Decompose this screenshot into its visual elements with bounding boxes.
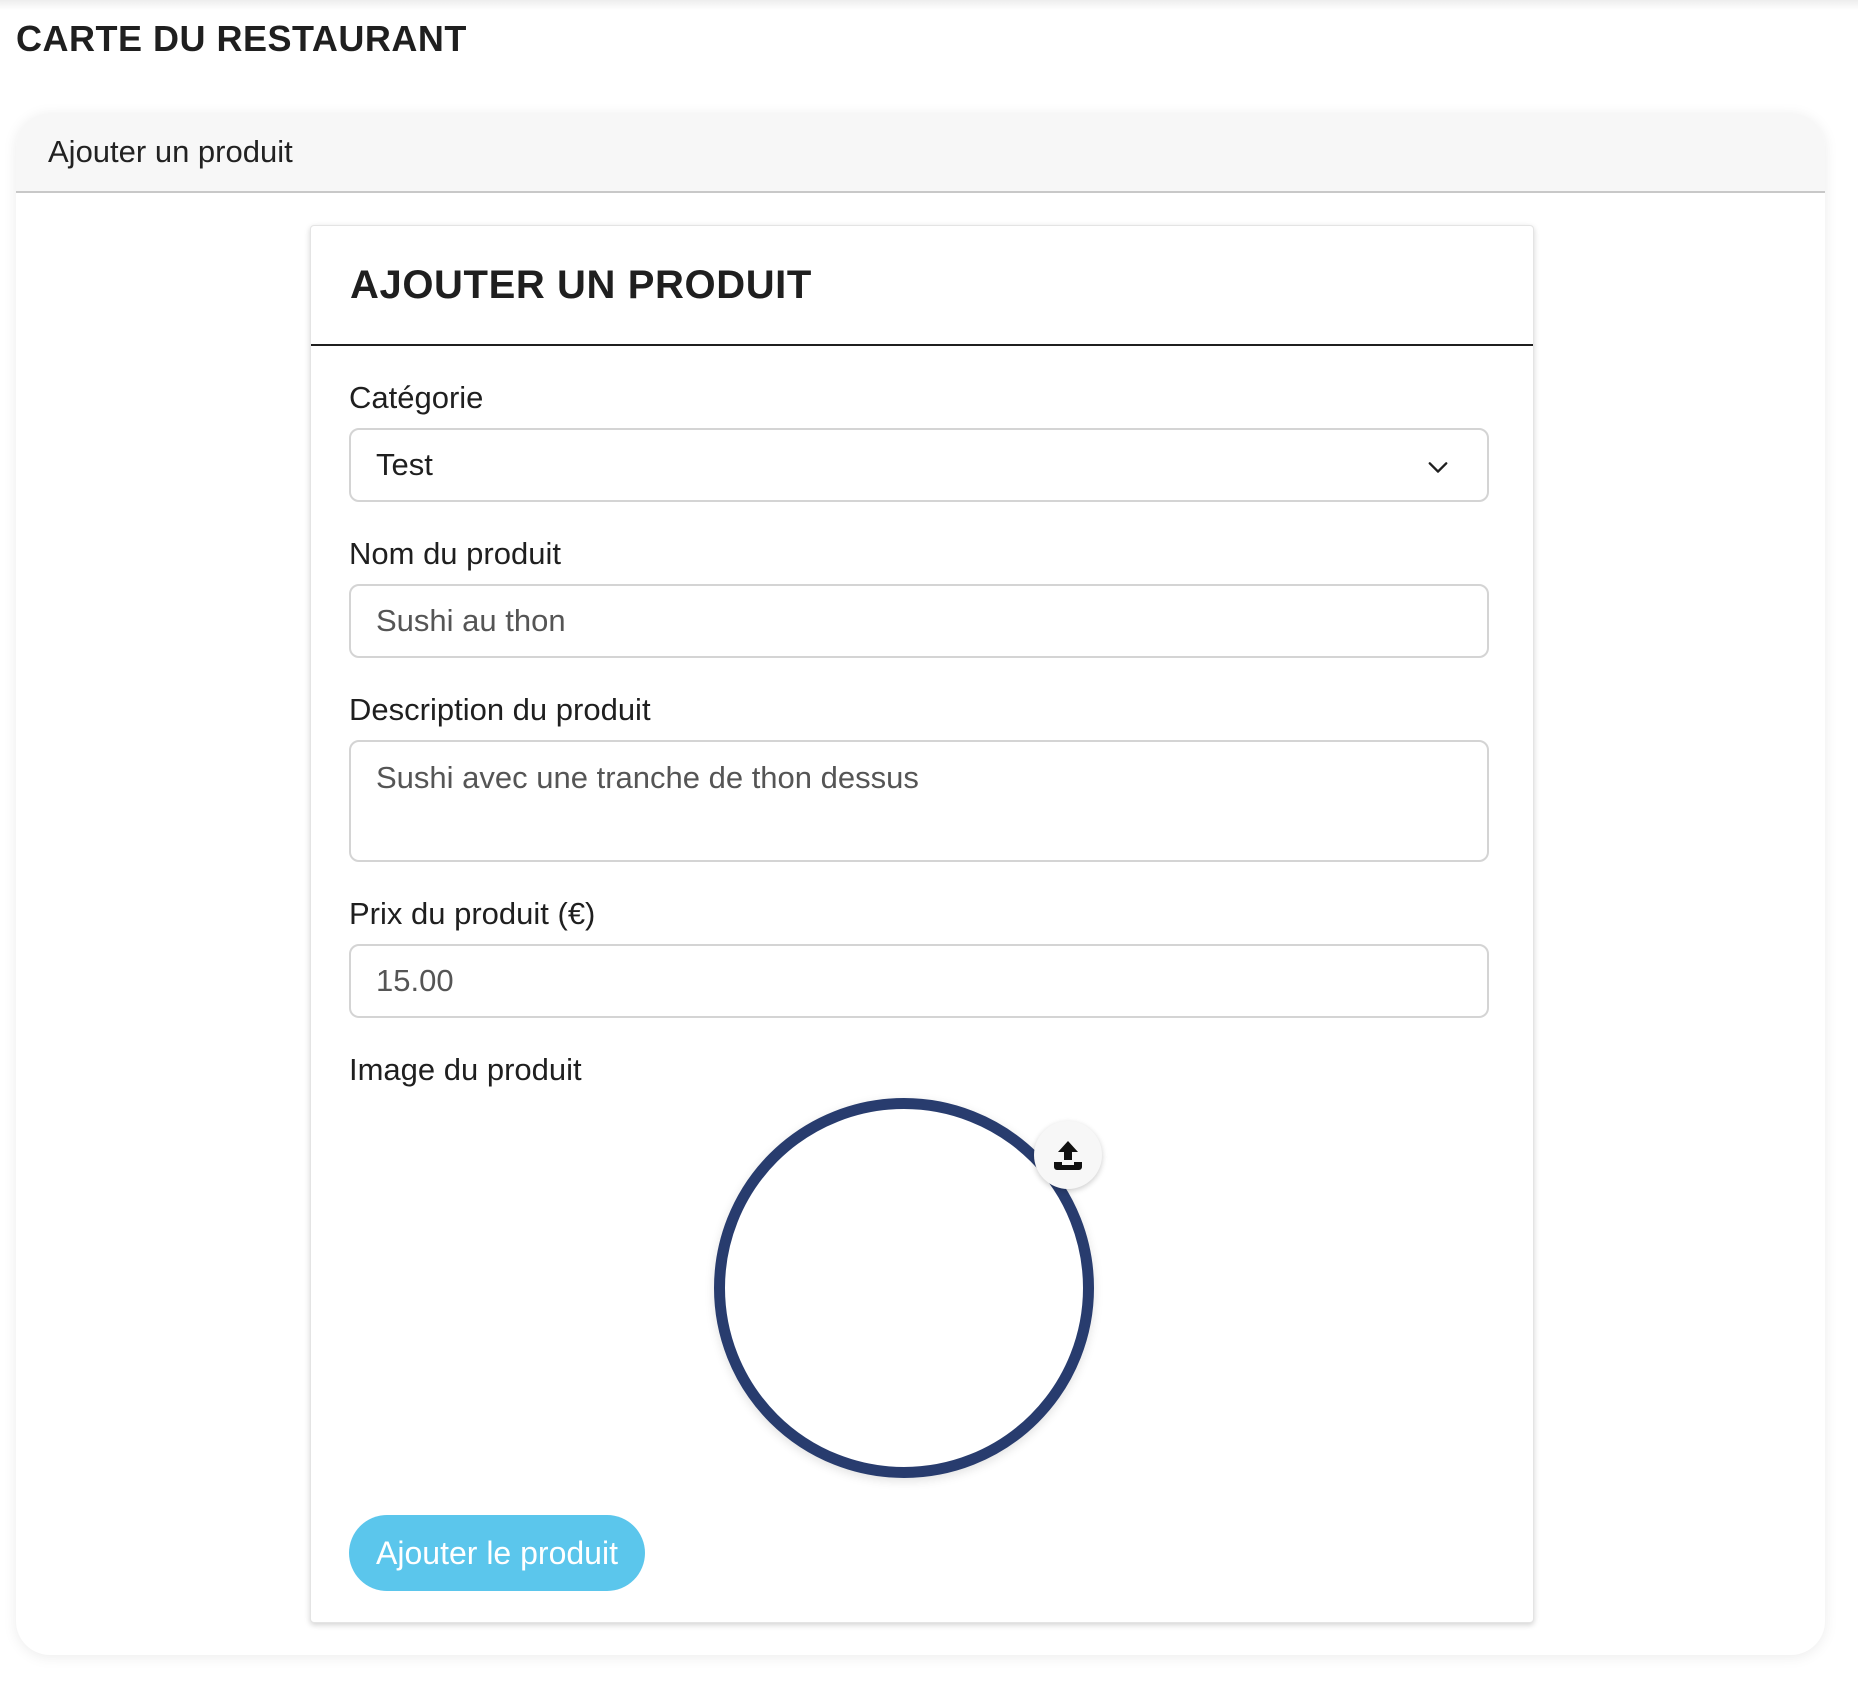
product-name-input[interactable]: Sushi au thon [349,584,1489,658]
page: CARTE DU RESTAURANT Ajouter un produit A… [0,0,1858,1696]
add-product-submit-button[interactable]: Ajouter le produit [349,1515,645,1591]
outer-card-header: Ajouter un produit [16,113,1825,193]
category-label: Catégorie [349,380,484,415]
product-name-label: Nom du produit [349,536,561,571]
upload-icon [1054,1141,1082,1170]
product-description-textarea[interactable]: Sushi avec une tranche de thon dessus [349,740,1489,862]
product-price-input[interactable]: 15.00 [349,944,1489,1018]
product-description-value: Sushi avec une tranche de thon dessus [376,760,919,795]
category-select-value: Test [376,447,433,482]
product-name-value: Sushi au thon [376,603,566,638]
product-price-value: 15.00 [376,963,454,998]
product-price-label: Prix du produit (€) [349,896,596,931]
page-title: CARTE DU RESTAURANT [16,18,467,59]
form-title: AJOUTER UN PRODUIT [311,226,1533,346]
upload-image-button[interactable] [1034,1121,1102,1189]
chevron-down-icon [1428,462,1448,473]
product-description-label: Description du produit [349,692,651,727]
category-select[interactable]: Test [349,428,1489,502]
product-image-label: Image du produit [349,1052,582,1087]
